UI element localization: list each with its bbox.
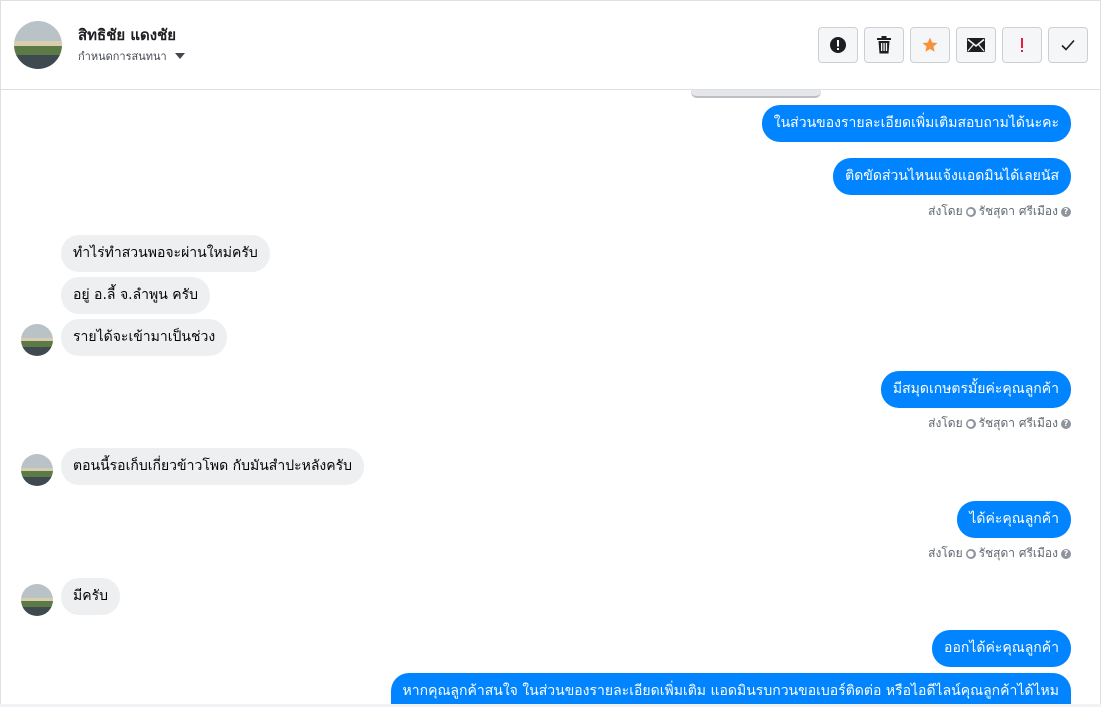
sent-by-info: ส่งโดย ● รัชสุดา ศรีเมือง ? (928, 414, 1071, 433)
report-spam-button[interactable] (818, 27, 858, 63)
help-icon[interactable]: ? (1061, 206, 1071, 217)
checkmark-icon (1061, 39, 1075, 51)
message-incoming[interactable]: ตอนนี้รอเก็บเกี่ยวข้าวโพด กับมันสำปะหลัง… (61, 448, 365, 485)
follow-up-button[interactable] (1002, 27, 1042, 63)
envelope-icon (967, 38, 985, 52)
avatar[interactable] (21, 584, 53, 616)
conversation-header: สิทธิชัย แดงชัย กำหนดการสนทนา (1, 1, 1100, 90)
landscape-avatar-icon (21, 454, 53, 486)
star-icon (922, 37, 938, 52)
message-incoming[interactable]: ทำไร่ทำสวนพอจะผ่านใหม่ครับ (61, 235, 270, 272)
sent-by-label: ส่งโดย (928, 416, 963, 430)
sent-by-agent: รัชสุดา ศรีเมือง (978, 204, 1058, 218)
message-incoming[interactable]: รายได้จะเข้ามาเป็นช่วง (61, 319, 228, 356)
agent-icon: ● (965, 548, 976, 559)
sent-by-info: ส่งโดย ● รัชสุดา ศรีเมือง ? (928, 202, 1071, 221)
sent-by-agent: รัชสุดา ศรีเมือง (978, 546, 1058, 560)
landscape-avatar-icon (21, 584, 53, 616)
delete-button[interactable] (864, 27, 904, 63)
message-thread[interactable]: ในส่วนของรายละเอียดเพิ่มเติมสอบถามได้นะค… (1, 90, 1100, 706)
sent-by-label: ส่งโดย (928, 204, 963, 218)
landscape-avatar-icon (14, 21, 62, 69)
caret-down-icon (174, 53, 185, 59)
trash-icon (877, 36, 891, 54)
contact-name: สิทธิชัย แดงชัย (78, 26, 177, 44)
help-icon[interactable]: ? (1061, 548, 1071, 559)
message-incoming[interactable]: มีครับ (61, 578, 120, 615)
message-outgoing[interactable]: ได้ค่ะคุณลูกค้า (957, 501, 1071, 538)
conversation-panel: สิทธิชัย แดงชัย กำหนดการสนทนา ในส่วนของร… (0, 0, 1101, 707)
mark-done-button[interactable] (1048, 27, 1088, 63)
image-attachment[interactable] (691, 90, 821, 98)
message-outgoing[interactable]: มีสมุดเกษตรมั้ยค่ะคุณลูกค้า (880, 371, 1071, 408)
message-outgoing[interactable]: หากคุณลูกค้าสนใจ ในส่วนของรายละเอียดเพิ่… (390, 673, 1071, 706)
message-outgoing[interactable]: ติดขัดส่วนไหนแจ้งแอดมินได้เลยนัส (833, 158, 1071, 195)
avatar[interactable] (21, 454, 53, 486)
message-incoming[interactable]: อยู่ อ.ลี้ จ.ลำพูน ครับ (61, 277, 211, 314)
mark-unread-button[interactable] (956, 27, 996, 63)
header-actions (818, 27, 1088, 63)
sent-by-agent: รัชสุดา ศรีเมือง (978, 416, 1058, 430)
help-icon[interactable]: ? (1061, 418, 1071, 429)
assign-conversation-dropdown[interactable]: กำหนดการสนทนา (78, 47, 185, 65)
sent-by-label: ส่งโดย (928, 546, 963, 560)
landscape-avatar-icon (21, 324, 53, 356)
exclamation-circle-icon (830, 37, 846, 53)
agent-icon: ● (965, 418, 976, 429)
message-outgoing[interactable]: ในส่วนของรายละเอียดเพิ่มเติมสอบถามได้นะค… (761, 105, 1071, 142)
message-outgoing[interactable]: ออกได้ค่ะคุณลูกค้า (932, 630, 1071, 667)
avatar[interactable] (14, 21, 62, 69)
star-button[interactable] (910, 27, 950, 63)
agent-icon: ● (965, 206, 976, 217)
exclamation-icon (1021, 38, 1023, 52)
avatar[interactable] (21, 324, 53, 356)
assign-label: กำหนดการสนทนา (78, 50, 167, 63)
sent-by-info: ส่งโดย ● รัชสุดา ศรีเมือง ? (928, 544, 1071, 563)
